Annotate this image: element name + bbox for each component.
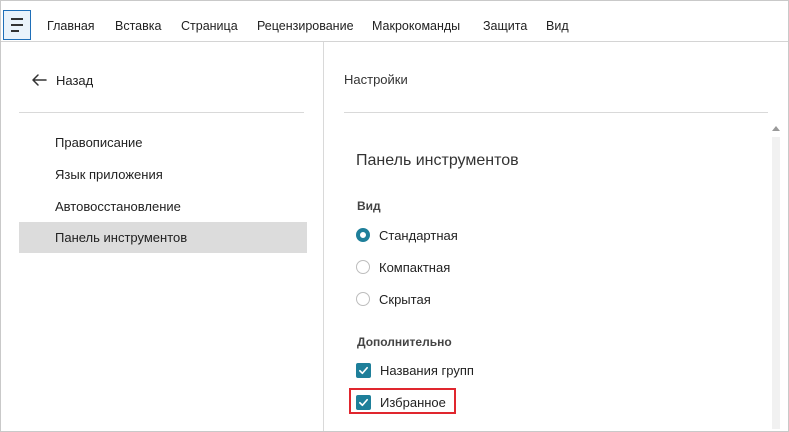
group-title-view: Вид — [357, 199, 381, 213]
section-title: Панель инструментов — [356, 152, 519, 169]
radio-label: Скрытая — [379, 291, 431, 307]
group-title-extra: Дополнительно — [357, 335, 452, 349]
checkmark-icon — [359, 366, 368, 374]
hamburger-line — [11, 24, 23, 26]
radio-label: Стандартная — [379, 227, 458, 243]
back-button[interactable]: Назад — [31, 71, 93, 89]
hamburger-line — [11, 18, 23, 20]
back-label: Назад — [56, 72, 94, 88]
sidebar-item-toolbar[interactable]: Панель инструментов — [19, 222, 307, 253]
sidebar-item-language[interactable]: Язык приложения — [19, 159, 307, 190]
radio-compact[interactable]: Компактная — [356, 258, 450, 276]
sidebar-item-autorecovery[interactable]: Автовосстановление — [19, 191, 307, 222]
radio-button[interactable] — [356, 260, 370, 274]
radio-button[interactable] — [356, 292, 370, 306]
hamburger-menu-icon[interactable] — [3, 10, 31, 40]
menu-protection[interactable]: Защита — [483, 19, 527, 33]
highlight-box — [349, 388, 456, 414]
menu-view[interactable]: Вид — [546, 19, 569, 33]
menu-insert[interactable]: Вставка — [115, 19, 161, 33]
menu-bar: Главная Вставка Страница Рецензирование … — [1, 1, 788, 42]
menu-review[interactable]: Рецензирование — [257, 19, 354, 33]
radio-standard[interactable]: Стандартная — [356, 226, 458, 244]
checkbox-group-names[interactable]: Названия групп — [356, 361, 474, 379]
menu-page[interactable]: Страница — [181, 19, 238, 33]
menu-home[interactable]: Главная — [47, 19, 95, 33]
radio-label: Компактная — [379, 259, 451, 275]
radio-button-checked[interactable] — [356, 228, 370, 242]
page-title: Настройки — [344, 72, 408, 87]
settings-window: Главная Вставка Страница Рецензирование … — [0, 0, 789, 432]
divider — [19, 112, 304, 113]
checkbox-checked[interactable] — [356, 362, 371, 378]
arrow-left-icon — [32, 74, 47, 86]
hamburger-line — [11, 30, 19, 32]
scroll-up-icon[interactable] — [772, 126, 780, 131]
checkbox-label: Названия групп — [380, 362, 474, 378]
panel-divider — [323, 42, 324, 431]
radio-hidden[interactable]: Скрытая — [356, 290, 431, 308]
vertical-scrollbar[interactable] — [771, 123, 781, 429]
menu-macros[interactable]: Макрокоманды — [372, 19, 460, 33]
divider — [344, 112, 768, 113]
sidebar-item-spelling[interactable]: Правописание — [19, 127, 307, 158]
scroll-track[interactable] — [772, 137, 780, 429]
